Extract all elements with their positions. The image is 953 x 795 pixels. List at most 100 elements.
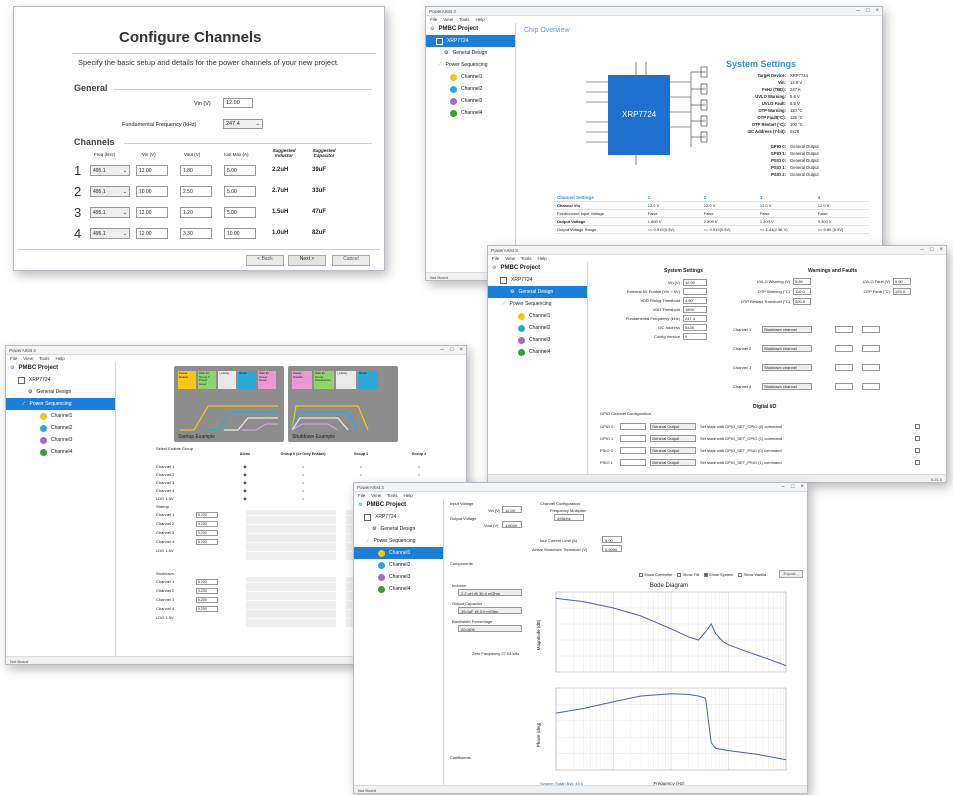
tree-channel3[interactable]: Channel3 bbox=[488, 334, 587, 346]
minimize-icon[interactable]: – bbox=[441, 347, 444, 353]
fault-threshold-input[interactable] bbox=[835, 345, 853, 352]
shutdown-delay-input[interactable]: 0.200 bbox=[196, 578, 218, 585]
fault-threshold-input[interactable] bbox=[835, 364, 853, 371]
capacitor-select[interactable]: 39.0uF @ 3.0 mOhm bbox=[458, 607, 522, 614]
fault-threshold-input-2[interactable] bbox=[862, 383, 880, 390]
system-field-input[interactable]: 0 bbox=[683, 333, 707, 340]
radio[interactable]: ○ bbox=[274, 496, 332, 501]
radio-selected[interactable]: ◉ bbox=[216, 464, 274, 469]
vin-input[interactable]: 12.00 bbox=[502, 506, 522, 513]
system-field-input[interactable]: 180V bbox=[683, 306, 707, 313]
fault-action-select[interactable]: Shutdown channel bbox=[762, 383, 812, 390]
maximize-icon[interactable]: □ bbox=[450, 347, 454, 353]
radio[interactable]: ○ bbox=[332, 472, 390, 477]
channel-vout-input[interactable]: 1.20 bbox=[180, 207, 212, 218]
tree-general-design[interactable]: ⚙ General Design bbox=[488, 286, 587, 298]
warning-field-input[interactable]: 5.50 bbox=[893, 278, 911, 285]
close-icon[interactable]: × bbox=[459, 347, 463, 353]
freq-mult-select[interactable]: 495kHz bbox=[554, 514, 584, 521]
channel-vout-input[interactable]: 2.50 bbox=[180, 186, 212, 197]
menu-file[interactable]: File bbox=[430, 17, 437, 22]
channel-vin-input[interactable]: 10.00 bbox=[136, 186, 168, 197]
fault-action-select[interactable]: Shutdown channel bbox=[762, 326, 812, 333]
tree-general-design[interactable]: ⚙ General Design bbox=[354, 523, 443, 535]
fault-threshold-input-2[interactable] bbox=[862, 326, 880, 333]
radio[interactable]: ○ bbox=[390, 472, 448, 477]
gpio-mode-select[interactable]: General Output bbox=[650, 446, 696, 454]
fault-action-select[interactable]: Shutdown channel bbox=[762, 364, 812, 371]
gpio-checkbox[interactable] bbox=[915, 435, 920, 441]
gpio-name-input[interactable] bbox=[620, 446, 646, 454]
tree-project[interactable]: ⚙ PMBC Project bbox=[488, 262, 587, 274]
radio-selected[interactable]: ◉ bbox=[216, 496, 274, 501]
cancel-button[interactable]: Cancel bbox=[332, 255, 370, 266]
gpio-checkbox[interactable] bbox=[915, 447, 920, 453]
tree-project[interactable]: ⚙ PMBC Project bbox=[354, 499, 443, 511]
tree-channel3[interactable]: Channel3 bbox=[426, 95, 515, 107]
tree-device[interactable]: XRP7724 bbox=[6, 374, 115, 386]
channel-vout-input[interactable]: 3.30 bbox=[180, 228, 212, 239]
menu-tools[interactable]: Tools bbox=[459, 17, 470, 22]
menu-file[interactable]: File bbox=[358, 493, 365, 498]
warning-field-input[interactable]: 125.0 bbox=[893, 288, 911, 295]
vin-input[interactable]: 12.00 bbox=[223, 98, 253, 108]
menu-file[interactable]: File bbox=[10, 356, 17, 361]
tree-channel4[interactable]: Channel4 bbox=[488, 346, 587, 358]
legend-check[interactable]: Show Filt bbox=[677, 572, 699, 577]
tree-channel1[interactable]: Channel1 bbox=[488, 310, 587, 322]
menu-file[interactable]: File bbox=[492, 256, 499, 261]
tree-power-sequencing[interactable]: ⟋ Power Sequencing bbox=[426, 59, 515, 71]
active-shutdown-input[interactable]: 0.5000 bbox=[602, 545, 622, 552]
tree-project[interactable]: ⚙ PMBC Project bbox=[6, 362, 115, 374]
radio[interactable]: ○ bbox=[274, 472, 332, 477]
minimize-icon[interactable]: – bbox=[921, 247, 924, 253]
warning-field-input[interactable]: 5.60 bbox=[793, 278, 811, 285]
fault-action-select[interactable]: Shutdown channel bbox=[762, 345, 812, 352]
system-field-input[interactable]: 247.4 bbox=[683, 315, 707, 322]
tree-device[interactable]: XRP7724 bbox=[488, 274, 587, 286]
radio[interactable]: ○ bbox=[274, 464, 332, 469]
menu-help[interactable]: Help bbox=[403, 493, 412, 498]
menu-view[interactable]: View bbox=[371, 493, 381, 498]
close-icon[interactable]: × bbox=[939, 247, 943, 253]
channel-vin-input[interactable]: 12.00 bbox=[136, 207, 168, 218]
menu-view[interactable]: View bbox=[443, 17, 453, 22]
close-icon[interactable]: × bbox=[875, 8, 879, 14]
radio[interactable]: ○ bbox=[274, 480, 332, 485]
gpio-name-input[interactable] bbox=[620, 458, 646, 466]
channel-freq-select[interactable]: 495.1 ⌄ bbox=[90, 207, 130, 218]
warning-field-input[interactable]: 100.0 bbox=[793, 298, 811, 305]
channel-vout-input[interactable]: 1.80 bbox=[180, 165, 212, 176]
radio[interactable]: ○ bbox=[274, 488, 332, 493]
system-field-input[interactable]: 4.80 bbox=[683, 297, 707, 304]
menu-tools[interactable]: Tools bbox=[521, 256, 532, 261]
channel-iout-input[interactable]: 10.00 bbox=[224, 228, 256, 239]
back-button[interactable]: < Back bbox=[246, 255, 284, 266]
menu-help[interactable]: Help bbox=[475, 17, 484, 22]
maximize-icon[interactable]: □ bbox=[866, 8, 870, 14]
minimize-icon[interactable]: – bbox=[782, 484, 785, 490]
gpio-mode-select[interactable]: General Output bbox=[650, 458, 696, 466]
tree-channel3[interactable]: Channel3 bbox=[6, 434, 115, 446]
checkbox[interactable] bbox=[639, 572, 643, 577]
tree-device[interactable]: XRP7724 bbox=[426, 35, 515, 47]
legend-check[interactable]: Show System bbox=[703, 572, 733, 577]
tree-channel4[interactable]: Channel4 bbox=[354, 583, 443, 595]
shutdown-delay-input[interactable]: 0.200 bbox=[196, 587, 218, 594]
next-button[interactable]: Next > bbox=[288, 255, 326, 266]
startup-delay-input[interactable]: 0.200 bbox=[196, 529, 218, 536]
tree-channel2[interactable]: Channel2 bbox=[354, 559, 443, 571]
system-field-input[interactable] bbox=[683, 288, 707, 295]
tree-power-sequencing[interactable]: ⟋ Power Sequencing bbox=[6, 398, 115, 410]
menu-view[interactable]: View bbox=[23, 356, 33, 361]
warning-field-input[interactable]: 110.0 bbox=[793, 288, 811, 295]
channel-iout-input[interactable]: 5.00 bbox=[224, 165, 256, 176]
minimize-icon[interactable]: – bbox=[857, 8, 860, 14]
tree-general-design[interactable]: ⚙ General Design bbox=[426, 47, 515, 59]
radio-selected[interactable]: ◉ bbox=[216, 472, 274, 477]
checkbox[interactable] bbox=[738, 572, 743, 577]
tree-channel4[interactable]: Channel4 bbox=[6, 446, 115, 458]
legend-check[interactable]: Show Controller bbox=[639, 572, 672, 577]
radio-selected[interactable]: ◉ bbox=[216, 488, 274, 493]
tree-project[interactable]: ⚙ PMBC Project bbox=[426, 23, 515, 35]
